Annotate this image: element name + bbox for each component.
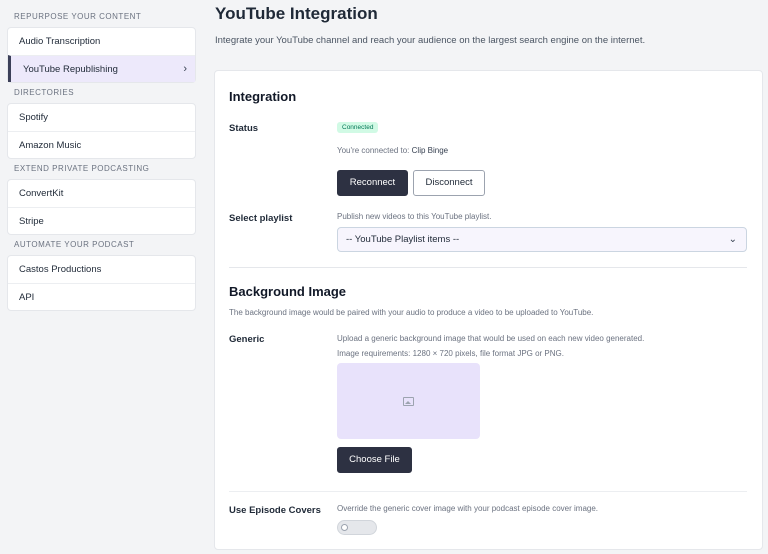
section-divider xyxy=(229,267,747,268)
sidebar-group-automate: Castos Productions API xyxy=(7,255,196,311)
sidebar-item-amazon-music[interactable]: Amazon Music xyxy=(8,131,195,158)
select-playlist-label: Select playlist xyxy=(229,213,293,224)
connected-info: You're connected to: Clip Binge xyxy=(337,146,448,155)
background-section-title: Background Image xyxy=(229,284,347,299)
sidebar-heading-automate: AUTOMATE YOUR PODCAST xyxy=(14,240,135,249)
sidebar-group-directories: Spotify Amazon Music xyxy=(7,103,196,159)
section-divider xyxy=(229,491,747,492)
reconnect-button[interactable]: Reconnect xyxy=(337,170,408,196)
status-badge: Connected xyxy=(337,122,379,133)
choose-file-button[interactable]: Choose File xyxy=(337,447,412,473)
sidebar-item-api[interactable]: API xyxy=(8,283,195,310)
sidebar-item-castos-productions[interactable]: Castos Productions xyxy=(8,256,195,283)
status-label: Status xyxy=(229,123,259,134)
sidebar-item-spotify[interactable]: Spotify xyxy=(8,104,195,131)
generic-help-1: Upload a generic background image that w… xyxy=(337,334,645,343)
sidebar-heading-repurpose: REPURPOSE YOUR CONTENT xyxy=(14,12,142,21)
connected-channel-name: Clip Binge xyxy=(411,146,449,155)
use-episode-covers-label: Use Episode Covers xyxy=(229,505,321,516)
sidebar-item-stripe[interactable]: Stripe xyxy=(8,207,195,234)
playlist-select[interactable]: -- YouTube Playlist items -- ⌄ xyxy=(337,227,747,252)
disconnect-button[interactable]: Disconnect xyxy=(413,170,485,196)
sidebar: REPURPOSE YOUR CONTENT Audio Transcripti… xyxy=(7,7,196,311)
settings-card: Integration Status Connected You're conn… xyxy=(214,70,763,550)
integration-section-title: Integration xyxy=(229,89,297,104)
sidebar-item-audio-transcription[interactable]: Audio Transcription xyxy=(8,28,195,55)
generic-label: Generic xyxy=(229,334,265,345)
sidebar-heading-extend: EXTEND PRIVATE PODCASTING xyxy=(14,164,150,173)
image-preview xyxy=(337,363,480,439)
use-episode-covers-toggle[interactable] xyxy=(337,520,377,535)
covers-help: Override the generic cover image with yo… xyxy=(337,504,599,513)
background-description: The background image would be paired wit… xyxy=(229,308,594,317)
chevron-right-icon: › xyxy=(183,63,187,75)
playlist-help: Publish new videos to this YouTube playl… xyxy=(337,212,492,221)
sidebar-item-label: YouTube Republishing xyxy=(23,64,118,75)
sidebar-item-youtube-republishing[interactable]: YouTube Republishing › xyxy=(8,55,195,82)
sidebar-item-convertkit[interactable]: ConvertKit xyxy=(8,180,195,207)
sidebar-heading-directories: DIRECTORIES xyxy=(14,88,75,97)
page-subtitle: Integrate your YouTube channel and reach… xyxy=(215,35,646,46)
toggle-knob xyxy=(341,524,348,531)
connected-text: You're connected to: xyxy=(337,146,410,155)
sidebar-group-repurpose: Audio Transcription YouTube Republishing… xyxy=(7,27,196,83)
generic-help-2: Image requirements: 1280 × 720 pixels, f… xyxy=(337,349,564,358)
page-title: YouTube Integration xyxy=(215,4,378,23)
image-placeholder-icon xyxy=(403,396,414,406)
sidebar-group-extend: ConvertKit Stripe xyxy=(7,179,196,235)
chevron-down-icon: ⌄ xyxy=(728,234,737,245)
playlist-selected-value: -- YouTube Playlist items -- xyxy=(346,234,460,245)
